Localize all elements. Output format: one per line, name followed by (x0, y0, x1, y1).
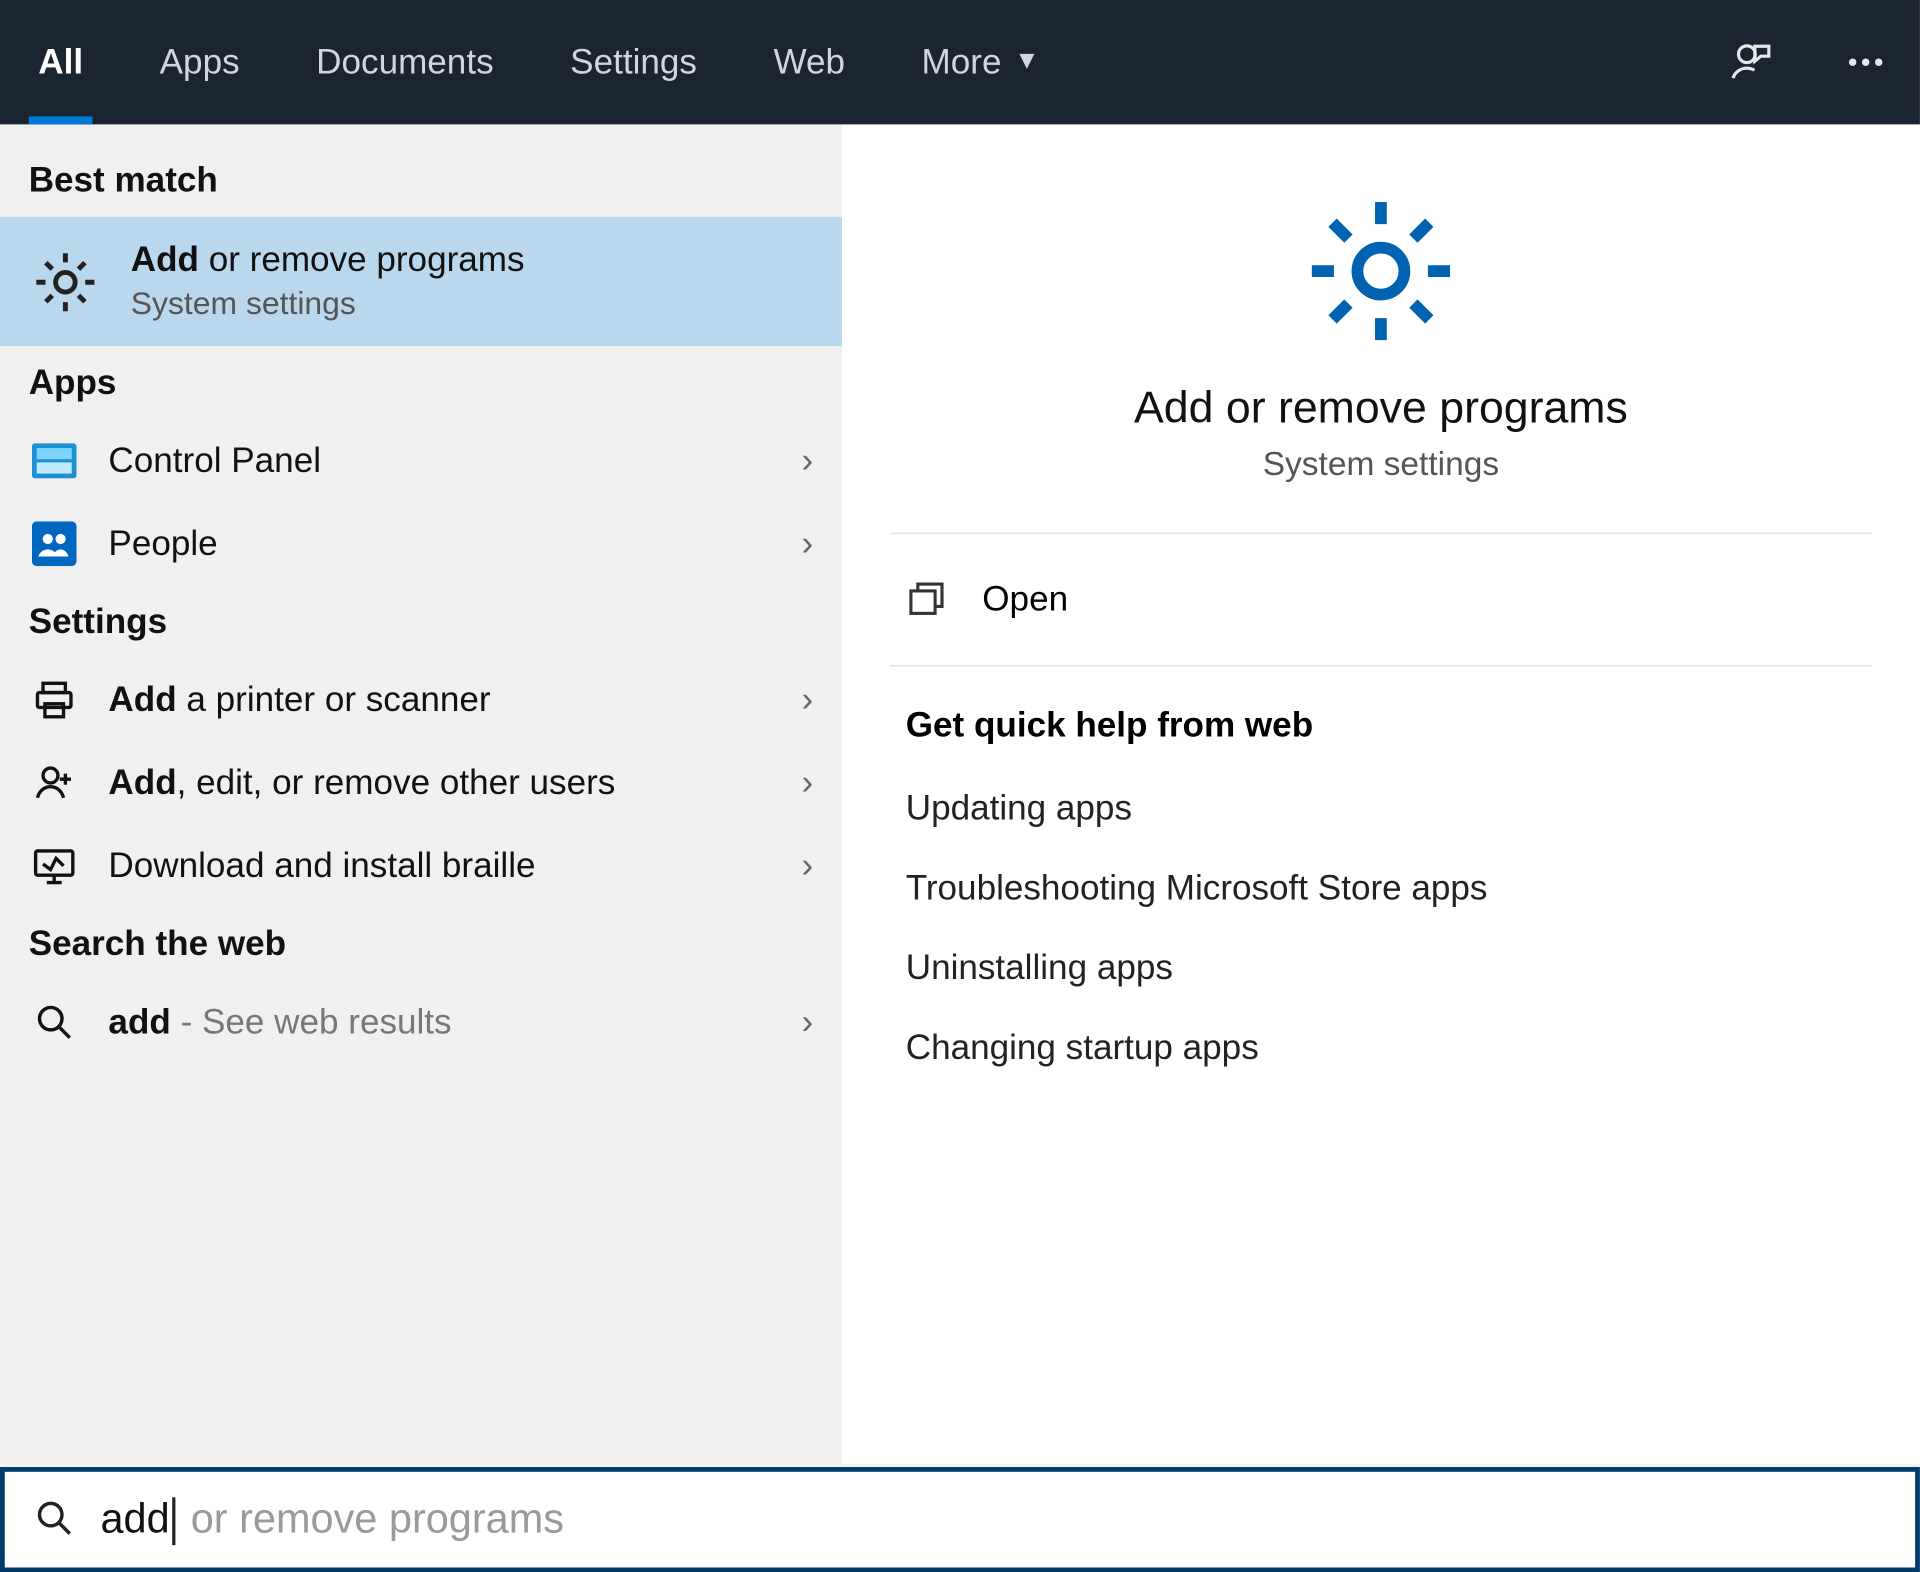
help-link-updating-apps[interactable]: Updating apps (906, 769, 1856, 849)
search-icon (33, 1497, 78, 1542)
best-match-heading: Best match (0, 144, 842, 217)
feedback-icon[interactable] (1716, 27, 1786, 97)
open-label: Open (982, 579, 1068, 620)
more-options-icon[interactable] (1831, 27, 1901, 97)
chevron-right-icon: › (802, 845, 814, 886)
printer-icon (29, 675, 80, 726)
chevron-right-icon: › (802, 1001, 814, 1042)
help-link-startup-apps[interactable]: Changing startup apps (906, 1008, 1856, 1088)
results-pane: Best match Add or remove programs System… (0, 124, 842, 1463)
people-icon (29, 518, 80, 569)
search-web-heading: Search the web (0, 907, 842, 980)
setting-result-add-printer[interactable]: Add a printer or scanner › (0, 659, 842, 742)
chevron-right-icon: › (802, 679, 814, 720)
best-match-title-bold: Add (131, 239, 199, 279)
app-label: Control Panel (108, 440, 801, 481)
tab-all[interactable]: All (0, 0, 121, 124)
control-panel-icon (29, 435, 80, 486)
text-cursor (173, 1497, 176, 1545)
tab-more[interactable]: More ▼ (883, 0, 1077, 124)
chevron-right-icon: › (802, 523, 814, 564)
app-result-people[interactable]: People › (0, 502, 842, 585)
best-match-subtitle: System settings (131, 287, 813, 324)
gear-icon (1298, 188, 1464, 354)
search-suggestion-ghost: or remove programs (179, 1494, 564, 1542)
display-icon (29, 840, 80, 891)
search-filter-tabs: All Apps Documents Settings Web More ▼ (0, 0, 1920, 124)
app-label: People (108, 523, 801, 564)
chevron-right-icon: › (802, 440, 814, 481)
open-action[interactable]: Open (842, 534, 1920, 665)
setting-result-add-users[interactable]: Add, edit, or remove other users › (0, 741, 842, 824)
help-heading: Get quick help from web (906, 705, 1856, 746)
preview-subtitle: System settings (1263, 446, 1499, 484)
best-match-title-rest: or remove programs (199, 239, 525, 279)
search-input[interactable]: add or remove programs (0, 1467, 1920, 1572)
settings-heading: Settings (0, 585, 842, 658)
web-result[interactable]: add - See web results › (0, 981, 842, 1064)
tab-documents[interactable]: Documents (278, 0, 532, 124)
preview-title: Add or remove programs (1134, 383, 1628, 434)
user-plus-icon (29, 757, 80, 808)
chevron-down-icon: ▼ (1014, 48, 1039, 77)
search-typed-text: add (100, 1494, 169, 1542)
search-icon (29, 997, 80, 1048)
tab-settings[interactable]: Settings (532, 0, 735, 124)
tab-apps[interactable]: Apps (121, 0, 278, 124)
setting-result-braille[interactable]: Download and install braille › (0, 824, 842, 907)
chevron-right-icon: › (802, 762, 814, 803)
preview-pane: Add or remove programs System settings O… (842, 124, 1920, 1463)
help-link-uninstalling-apps[interactable]: Uninstalling apps (906, 928, 1856, 1008)
app-result-control-panel[interactable]: Control Panel › (0, 419, 842, 502)
open-icon (906, 579, 947, 620)
best-match-result[interactable]: Add or remove programs System settings (0, 217, 842, 346)
tab-web[interactable]: Web (735, 0, 883, 124)
gear-icon (29, 245, 102, 318)
apps-heading: Apps (0, 346, 842, 419)
help-link-troubleshoot-store[interactable]: Troubleshooting Microsoft Store apps (906, 848, 1856, 928)
